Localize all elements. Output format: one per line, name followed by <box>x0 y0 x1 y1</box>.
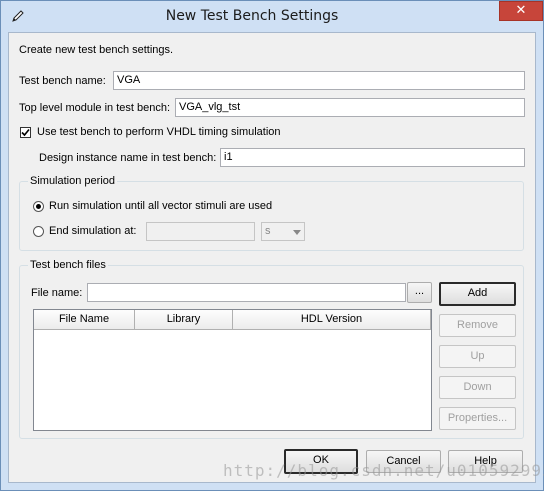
time-unit-value: s <box>265 225 271 237</box>
radio-selected-dot <box>36 204 41 209</box>
dialog-window: New Test Bench Settings ✕ Create new tes… <box>0 0 544 491</box>
browse-button[interactable]: ... <box>407 282 432 303</box>
top-level-module-field[interactable]: VGA_vlg_tst <box>175 98 525 117</box>
remove-button[interactable]: Remove <box>439 314 516 337</box>
column-header-library[interactable]: Library <box>135 310 233 330</box>
file-name-label: File name: <box>31 287 83 299</box>
simulation-period-title: Simulation period <box>28 175 117 187</box>
test-bench-files-title: Test bench files <box>28 259 108 271</box>
time-unit-select[interactable]: s <box>261 222 305 241</box>
test-bench-name-label: Test bench name: <box>19 75 106 87</box>
column-header-hdl-version[interactable]: HDL Version <box>233 310 431 330</box>
watermark-text: http://blog.csdn.net/u010592995 <box>223 461 544 480</box>
run-all-label: Run simulation until all vector stimuli … <box>49 200 273 212</box>
file-name-field[interactable] <box>87 283 406 302</box>
end-at-field[interactable] <box>146 222 255 241</box>
close-button[interactable]: ✕ <box>499 1 543 21</box>
design-instance-label: Design instance name in test bench: <box>39 152 217 164</box>
test-bench-name-field[interactable]: VGA <box>113 71 525 90</box>
up-button[interactable]: Up <box>439 345 516 368</box>
checkmark-icon <box>21 128 30 137</box>
properties-button[interactable]: Properties... <box>439 407 516 430</box>
title-bar[interactable]: New Test Bench Settings ✕ <box>1 1 543 31</box>
end-at-label: End simulation at: <box>49 225 137 237</box>
column-header-file-name[interactable]: File Name <box>34 310 135 330</box>
top-level-module-label: Top level module in test bench: <box>19 102 171 114</box>
down-button[interactable]: Down <box>439 376 516 399</box>
dialog-content: Create new test bench settings. Test ben… <box>8 32 536 483</box>
add-button[interactable]: Add <box>439 282 516 306</box>
intro-text: Create new test bench settings. <box>19 44 174 56</box>
window-title: New Test Bench Settings <box>165 8 339 24</box>
end-at-radio[interactable] <box>33 226 44 237</box>
files-table[interactable]: File Name Library HDL Version <box>33 309 432 431</box>
chevron-down-icon <box>293 230 301 235</box>
timing-simulation-label: Use test bench to perform VHDL timing si… <box>37 126 281 138</box>
design-instance-field[interactable]: i1 <box>220 148 525 167</box>
timing-simulation-checkbox[interactable] <box>20 127 31 138</box>
run-all-radio[interactable] <box>33 201 44 212</box>
